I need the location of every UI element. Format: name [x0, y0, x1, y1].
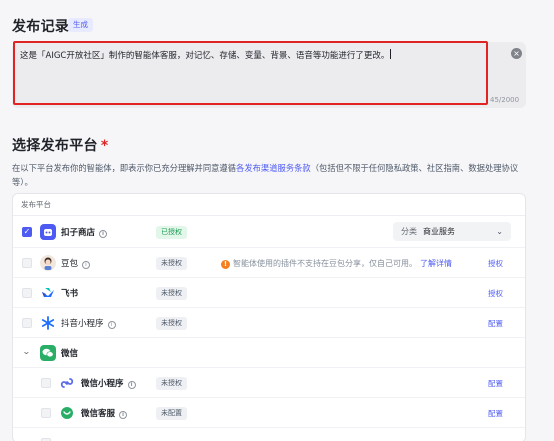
chevron-down-icon: ⌄: [496, 227, 503, 236]
wechat-miniapp-logo-icon: [59, 375, 75, 391]
category-select[interactable]: 分类 商业服务 ⌄: [393, 222, 511, 241]
char-counter: 45/2000: [490, 96, 520, 104]
checkbox-wechat-service[interactable]: [41, 408, 51, 418]
configure-button[interactable]: 配置: [488, 408, 503, 419]
status-badge: 未授权: [156, 317, 187, 330]
table-header: 发布平台: [13, 194, 525, 216]
platform-name-doubao: 豆包 i: [61, 257, 91, 269]
checkbox-coze-store[interactable]: ✓: [22, 227, 32, 237]
platform-table: 发布平台 ✓ 扣子商店 i 已授权 分类 商业服务 ⌄ 豆包 i 未授权 ! 智能体使用…: [12, 193, 526, 441]
checkbox-feishu[interactable]: [22, 288, 32, 298]
status-badge: 未授权: [156, 257, 187, 270]
info-icon[interactable]: i: [119, 411, 128, 419]
platform-row-feishu: 飞书 未授权 授权: [13, 278, 525, 308]
learn-more-link[interactable]: 了解详情: [420, 259, 452, 268]
doubao-warning: ! 智能体使用的插件不支持在豆包分享，仅自己可用。 了解详情: [221, 258, 452, 269]
checkbox-doubao[interactable]: [22, 258, 32, 268]
info-icon[interactable]: i: [107, 321, 116, 329]
status-badge: 未配置: [156, 407, 187, 420]
platform-name-wechat-miniapp: 微信小程序 i: [81, 377, 136, 389]
platform-name-feishu: 飞书: [61, 289, 79, 299]
required-mark: *: [100, 138, 109, 154]
platform-row-doubao: 豆包 i 未授权 ! 智能体使用的插件不支持在豆包分享，仅自己可用。 了解详情 授权: [13, 248, 525, 278]
publish-record-text[interactable]: 这是「AIGC开放社区」制作的智能体客服，对记忆、存储、变量、背景、语音等功能进…: [20, 49, 392, 61]
platform-name-wechat: 微信: [61, 349, 79, 359]
publish-record-title: 发布记录: [12, 19, 70, 35]
platform-name-douyin-miniapp: 抖音小程序 i: [61, 317, 116, 329]
info-icon[interactable]: i: [127, 381, 136, 389]
platform-name-wechat-service: 微信客服 i: [81, 407, 128, 419]
platform-row-douyin-miniapp: 抖音小程序 i 未授权 配置: [13, 308, 525, 338]
generate-badge[interactable]: 生成: [68, 18, 93, 32]
platform-row-partial: [13, 428, 525, 441]
wechat-service-logo-icon: [59, 405, 75, 421]
authorize-button[interactable]: 授权: [488, 258, 503, 269]
info-icon[interactable]: i: [82, 261, 91, 269]
status-badge: 未授权: [156, 377, 187, 390]
platform-description: 在以下平台发布你的智能体，即表示你已充分理解并同意遵循各发布渠道服务条款（包括但…: [12, 163, 519, 187]
terms-link[interactable]: 各发布渠道服务条款: [236, 163, 311, 173]
status-badge: 已授权: [156, 226, 187, 239]
platform-group-wechat[interactable]: ⌄ 微信: [13, 338, 525, 368]
text-caret: [390, 49, 392, 59]
platform-row-wechat-miniapp: 微信小程序 i 未授权 配置: [13, 368, 525, 398]
platform-row-wechat-service: 微信客服 i 未配置 配置: [13, 398, 525, 428]
status-badge: 未授权: [156, 287, 187, 300]
warning-icon: !: [221, 260, 230, 269]
coze-store-logo-icon: [40, 224, 56, 240]
platform-row-coze-store: ✓ 扣子商店 i 已授权 分类 商业服务 ⌄: [13, 216, 525, 248]
wechat-logo-icon: [40, 345, 56, 361]
douyin-miniapp-logo-icon: [40, 315, 56, 331]
feishu-logo-icon: [40, 285, 56, 301]
platform-section-title: 选择发布平台 *: [12, 138, 109, 154]
clear-icon[interactable]: ×: [511, 48, 522, 59]
authorize-button[interactable]: 授权: [488, 288, 503, 299]
checkbox-wechat-miniapp[interactable]: [41, 378, 51, 388]
info-icon[interactable]: i: [99, 230, 108, 238]
doubao-logo-icon: [40, 255, 56, 271]
chevron-down-icon[interactable]: ⌄: [22, 347, 31, 356]
checkbox-douyin-miniapp[interactable]: [22, 318, 32, 328]
configure-button[interactable]: 配置: [488, 318, 503, 329]
platform-name-coze-store: 扣子商店 i: [61, 226, 108, 238]
configure-button[interactable]: 配置: [488, 378, 503, 389]
